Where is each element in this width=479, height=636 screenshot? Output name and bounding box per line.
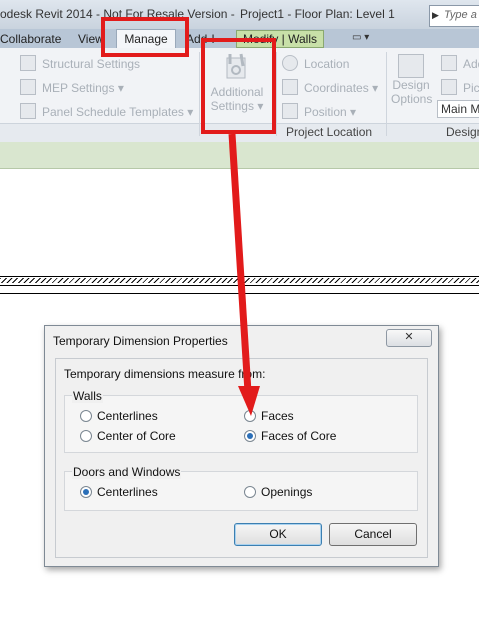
annotation-arrow: [228, 133, 260, 416]
arrow-shaft: [228, 133, 252, 393]
arrow-head: [238, 386, 260, 416]
